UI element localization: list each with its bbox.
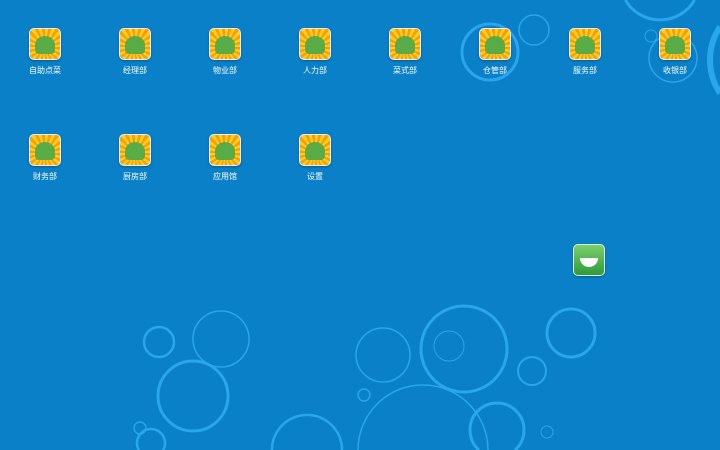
app-label: 厨房部	[123, 172, 147, 181]
app-label: 菜式部	[393, 66, 417, 75]
app-label: 服务部	[573, 66, 597, 75]
desktop-app-warehouse[interactable]: 仓管部	[455, 28, 535, 76]
property-icon	[209, 28, 241, 60]
app-label: 财务部	[33, 172, 57, 181]
desktop-app-manager[interactable]: 经理部	[95, 28, 175, 76]
manager-icon	[119, 28, 151, 60]
cashier-icon	[659, 28, 691, 60]
app-label: 经理部	[123, 66, 147, 75]
app-store-icon	[209, 134, 241, 166]
hr-icon	[299, 28, 331, 60]
desktop-app-property[interactable]: 物业部	[185, 28, 265, 76]
self-order-icon	[29, 28, 61, 60]
finance-icon	[29, 134, 61, 166]
app-label: 自助点菜	[29, 66, 61, 75]
app-label: 设置	[307, 172, 323, 181]
app-label: 物业部	[213, 66, 237, 75]
settings-icon	[299, 134, 331, 166]
desktop-app-settings[interactable]: 设置	[275, 134, 355, 182]
bowl-app-icon[interactable]	[573, 244, 605, 276]
desktop-app-hr[interactable]: 人力部	[275, 28, 355, 76]
bowl-icon	[580, 258, 598, 267]
desktop-app-app-store[interactable]: 应用馆	[185, 134, 265, 182]
dishes-icon	[389, 28, 421, 60]
desktop-app-kitchen[interactable]: 厨房部	[95, 134, 175, 182]
app-label: 应用馆	[213, 172, 237, 181]
app-label: 人力部	[303, 66, 327, 75]
warehouse-icon	[479, 28, 511, 60]
service-icon	[569, 28, 601, 60]
desktop-app-service[interactable]: 服务部	[545, 28, 625, 76]
kitchen-icon	[119, 134, 151, 166]
desktop-app-finance[interactable]: 财务部	[5, 134, 85, 182]
app-label: 收银部	[663, 66, 687, 75]
desktop-app-self-order[interactable]: 自助点菜	[5, 28, 85, 76]
app-label: 仓管部	[483, 66, 507, 75]
desktop-app-cashier[interactable]: 收银部	[635, 28, 715, 76]
desktop-app-dishes[interactable]: 菜式部	[365, 28, 445, 76]
